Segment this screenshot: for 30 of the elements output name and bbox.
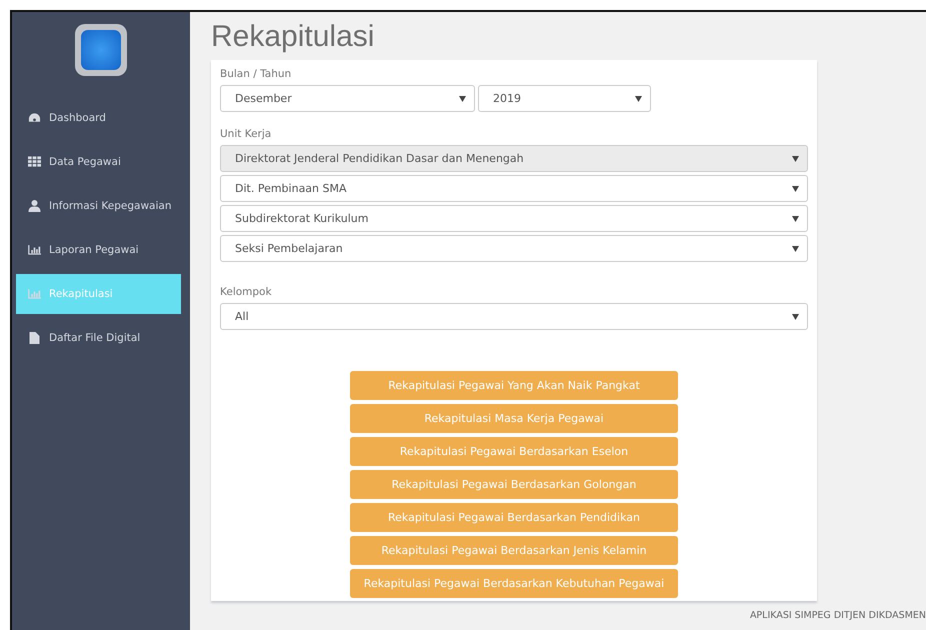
bar-chart-icon <box>28 244 41 256</box>
footer-text: APLIKASI SIMPEG DITJEN DIKDASMEN <box>750 610 926 621</box>
grid-icon <box>28 156 41 168</box>
page-title: Rekapitulasi <box>211 20 376 54</box>
dropdown[interactable]: Seksi Pembelajaran <box>220 235 808 262</box>
field-label: Unit Kerja <box>220 128 272 140</box>
dropdown[interactable]: Subdirektorat Kurikulum <box>220 205 808 232</box>
file-icon <box>28 332 41 344</box>
field-label: Bulan / Tahun <box>220 68 292 80</box>
caret-icon <box>635 96 642 102</box>
sidebar-item[interactable]: Informasi Kepegawaian <box>16 186 181 226</box>
dropdown[interactable]: Desember <box>220 85 475 112</box>
sidebar-item[interactable]: Dashboard <box>16 98 181 138</box>
field-label: Kelompok <box>220 286 273 298</box>
dropdown[interactable]: 2019 <box>478 85 651 112</box>
caret-icon <box>459 96 466 102</box>
sidebar-item[interactable]: Data Pegawai <box>16 142 181 182</box>
caret-icon <box>792 314 799 320</box>
caret-icon <box>792 156 799 162</box>
logo-icon <box>75 24 127 76</box>
dropdown[interactable]: Dit. Pembinaan SMA <box>220 175 808 202</box>
dropdown[interactable]: All <box>220 303 808 330</box>
caret-icon <box>792 246 799 252</box>
sidebar-item[interactable]: Daftar File Digital <box>16 318 181 358</box>
user-icon <box>28 200 41 212</box>
caret-icon <box>792 216 799 222</box>
bar-chart-icon <box>28 288 41 300</box>
dashboard-icon <box>28 112 41 124</box>
caret-icon <box>792 186 799 192</box>
sidebar-item[interactable]: Laporan Pegawai <box>16 230 181 270</box>
